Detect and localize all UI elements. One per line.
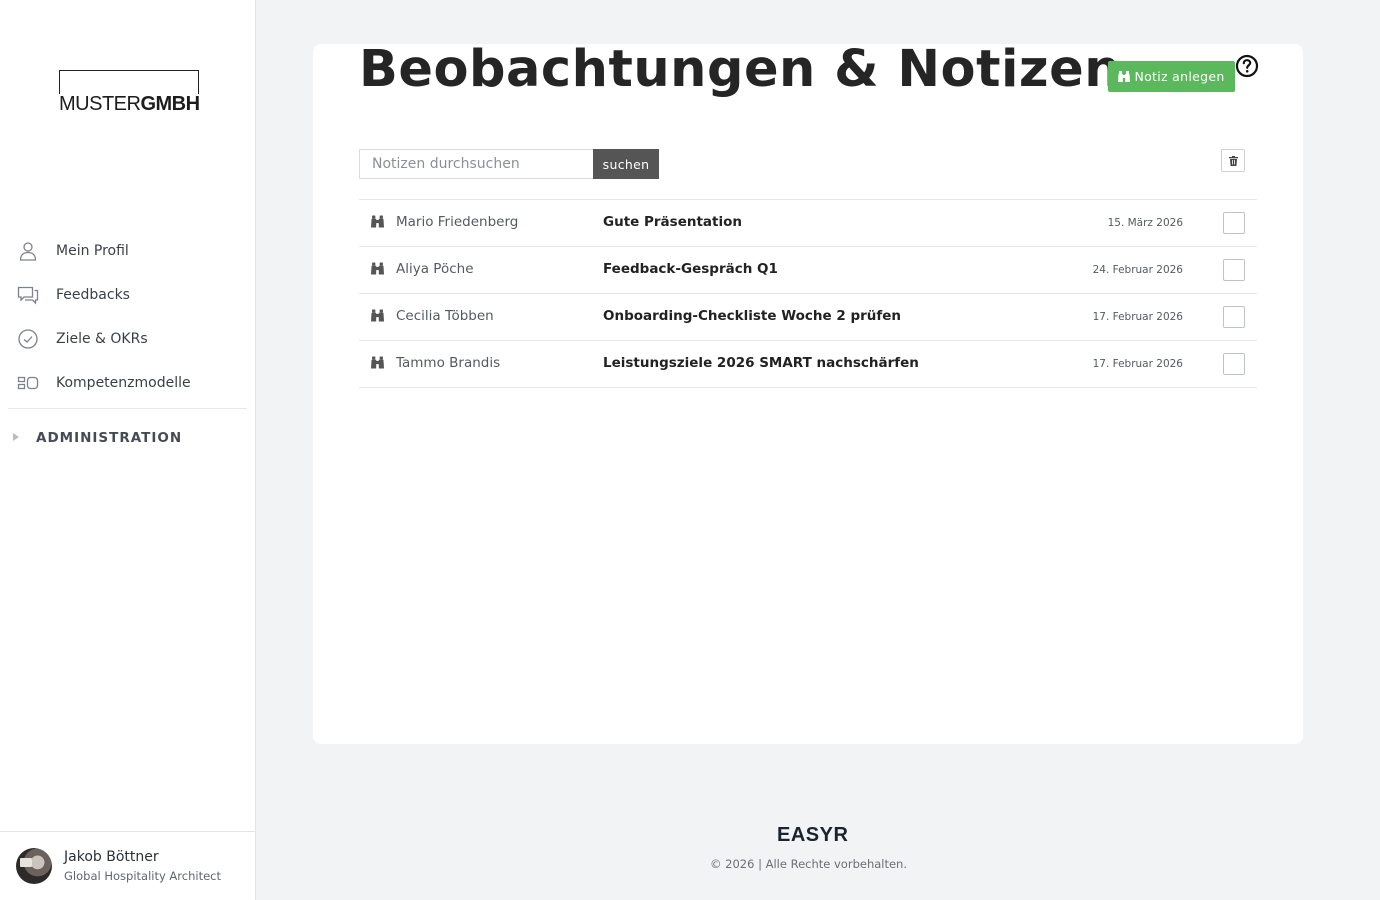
notes-list: Mario Friedenberg Gute Präsentation 15. … — [359, 199, 1257, 388]
delete-button[interactable] — [1221, 149, 1245, 172]
note-title[interactable]: Gute Präsentation — [603, 214, 742, 230]
sidebar-item-feedbacks[interactable]: Feedbacks — [0, 273, 255, 317]
note-author: Mario Friedenberg — [396, 214, 519, 230]
caret-right-icon — [13, 433, 19, 441]
sidebar-item-ziele-okrs[interactable]: Ziele & OKRs — [0, 317, 255, 361]
note-checkbox[interactable] — [1223, 212, 1245, 234]
note-title[interactable]: Feedback-Gespräch Q1 — [603, 261, 778, 277]
trash-icon — [1228, 155, 1238, 166]
note-author: Aliya Pöche — [396, 261, 474, 277]
binoculars-icon — [1118, 71, 1131, 82]
note-date: 17. Februar 2026 — [1092, 311, 1183, 323]
search-button[interactable]: suchen — [593, 149, 659, 179]
binoculars-icon — [371, 356, 384, 369]
sidebar-item-label: Mein Profil — [56, 243, 129, 259]
add-note-button[interactable]: Notiz anlegen — [1108, 61, 1235, 92]
sidebar-item-mein-profil[interactable]: Mein Profil — [0, 229, 255, 273]
user-role: Global Hospitality Architect — [64, 869, 221, 883]
competency-model-icon — [17, 376, 39, 390]
list-item[interactable]: Tammo Brandis Leistungsziele 2026 SMART … — [359, 341, 1257, 388]
check-circle-icon — [18, 329, 38, 349]
company-logo-text: MUSTERGMBH — [59, 94, 204, 114]
easyr-brand: EASYR — [777, 823, 849, 846]
footer-copyright: © 2026 | Alle Rechte vorbehalten. — [710, 857, 907, 871]
page-title: Beobachtungen & Notizen — [359, 40, 1122, 99]
sidebar-item-label: Ziele & OKRs — [56, 331, 148, 347]
note-author: Tammo Brandis — [396, 355, 501, 371]
search-input[interactable] — [359, 149, 594, 179]
user-icon — [19, 242, 37, 261]
binoculars-icon — [371, 309, 384, 322]
list-item[interactable]: Mario Friedenberg Gute Präsentation 15. … — [359, 200, 1257, 247]
chat-bubbles-icon — [17, 286, 39, 305]
sidebar-item-label: Feedbacks — [56, 287, 130, 303]
sidebar-item-label: ADMINISTRATION — [36, 430, 183, 446]
easyr-logo[interactable]: EASYR — [772, 818, 849, 852]
add-note-button-label: Notiz anlegen — [1134, 69, 1225, 84]
note-date: 17. Februar 2026 — [1092, 358, 1183, 370]
help-circle-icon[interactable] — [1235, 54, 1259, 78]
binoculars-icon — [371, 262, 384, 275]
company-logo[interactable]: MUSTERGMBH — [59, 70, 204, 114]
binoculars-icon — [371, 215, 384, 228]
note-checkbox[interactable] — [1223, 353, 1245, 375]
note-date: 15. März 2026 — [1107, 217, 1183, 229]
list-item[interactable]: Cecilia Többen Onboarding-Checkliste Woc… — [359, 294, 1257, 341]
note-checkbox[interactable] — [1223, 306, 1245, 328]
sidebar-nav: Mein Profil Feedbacks Ziele & OKRs Kompe… — [0, 229, 255, 467]
list-item[interactable]: Aliya Pöche Feedback-Gespräch Q1 24. Feb… — [359, 247, 1257, 294]
note-author: Cecilia Többen — [396, 308, 494, 324]
notes-card: Beobachtungen & Notizen Notiz anlegen su… — [313, 40, 1303, 744]
sidebar-item-label: Kompetenzmodelle — [56, 375, 191, 391]
sidebar-item-administration[interactable]: ADMINISTRATION — [0, 409, 255, 467]
sidebar-item-kompetenzmodelle[interactable]: Kompetenzmodelle — [0, 361, 255, 405]
note-title[interactable]: Leistungsziele 2026 SMART nachschärfen — [603, 355, 919, 371]
sidebar: MUSTERGMBH Mein Profil Feedbacks Ziele &… — [0, 0, 256, 900]
note-checkbox[interactable] — [1223, 259, 1245, 281]
note-date: 24. Februar 2026 — [1092, 264, 1183, 276]
note-title[interactable]: Onboarding-Checkliste Woche 2 prüfen — [603, 308, 901, 324]
